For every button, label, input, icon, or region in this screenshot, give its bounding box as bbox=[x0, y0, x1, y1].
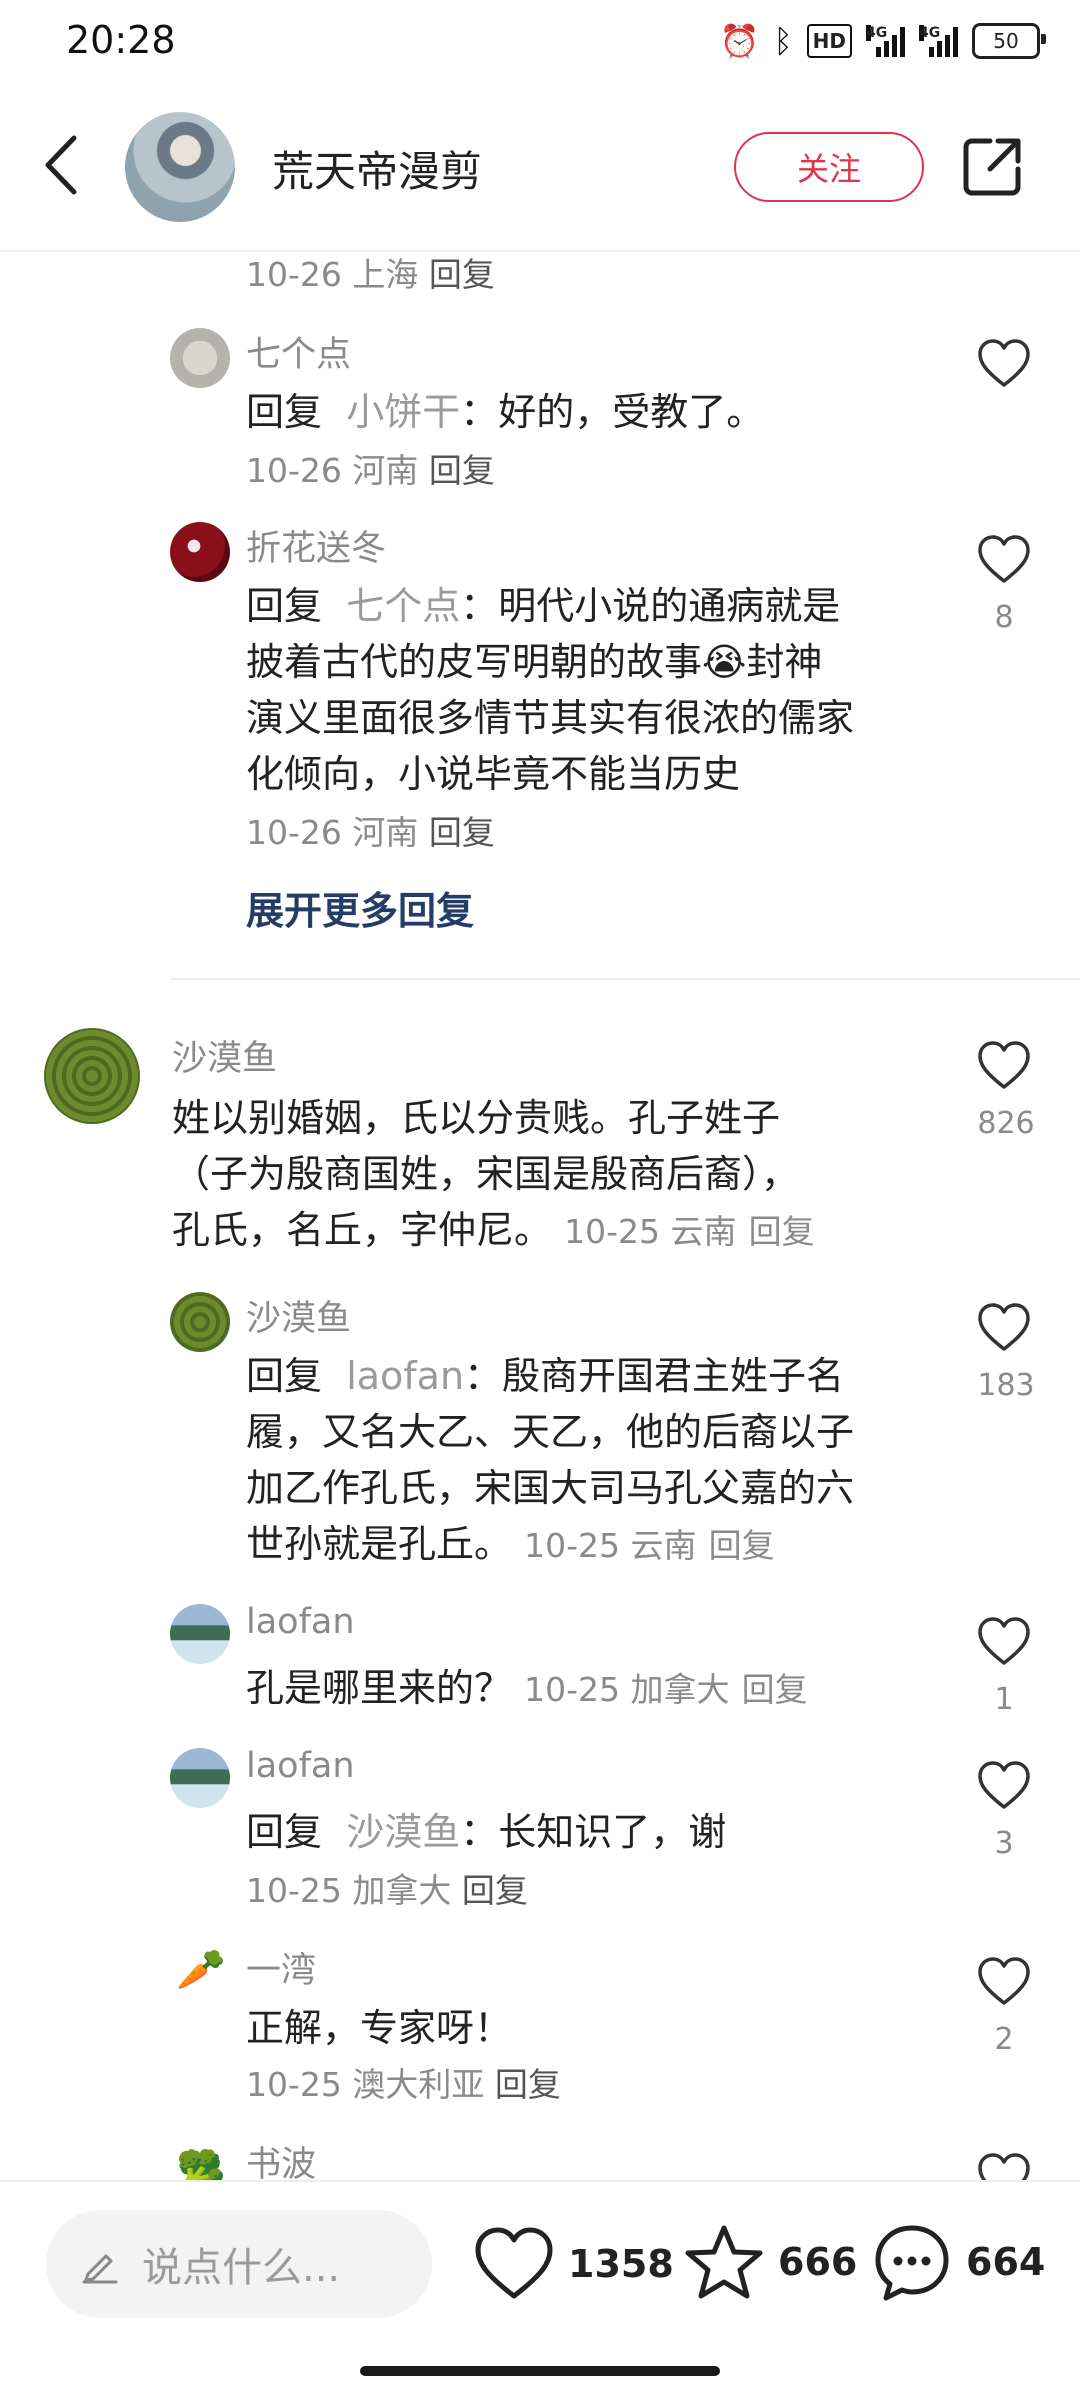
status-time: 20:28 bbox=[66, 18, 176, 62]
comment-meta: 10-26 河南 回复 bbox=[246, 813, 495, 852]
comment-username[interactable]: laofan bbox=[246, 1602, 355, 1642]
reply-link[interactable]: 回复 bbox=[429, 255, 495, 294]
comment-partial: 🥦 书波 bbox=[0, 2100, 1080, 2180]
comment-meta: 10-25 加拿大 回复 bbox=[246, 1871, 528, 1910]
comment-meta: 10-26 上海 回复 bbox=[246, 255, 495, 294]
reply-target[interactable]: 七个点 bbox=[346, 584, 460, 628]
author-avatar[interactable] bbox=[125, 112, 235, 222]
home-indicator[interactable] bbox=[360, 2366, 720, 2376]
comment-meta: 10-25 澳大利亚 回复 bbox=[246, 2065, 561, 2104]
like-count: 826 bbox=[977, 1106, 1035, 1141]
comment-username[interactable]: 沙漠鱼 bbox=[246, 1290, 351, 1341]
bottom-divider bbox=[0, 2180, 1080, 2182]
comment-input[interactable]: 说点什么... bbox=[46, 2210, 432, 2318]
heart-icon[interactable] bbox=[976, 1300, 1032, 1356]
comment-text: 姓以别婚姻，氏以分贵贱。孔子姓子 （子为殷商国姓，宋国是殷商后裔）， 孔氏，名丘… bbox=[172, 1096, 815, 1252]
reply-link[interactable]: 回复 bbox=[429, 813, 495, 852]
battery-icon: 50 bbox=[972, 23, 1046, 59]
comment-divider bbox=[170, 978, 1080, 980]
hd-voice-icon: HD bbox=[806, 24, 852, 58]
heart-icon[interactable] bbox=[976, 1954, 1032, 2010]
star-icon bbox=[685, 2225, 763, 2299]
status-icons: ⏰ ᛒ HD 4G 4G 50 bbox=[719, 22, 1046, 60]
comment-username[interactable]: 沙漠鱼 bbox=[172, 1030, 277, 1081]
comment-text: 正解，专家呀！ bbox=[246, 2006, 513, 2050]
reply-link[interactable]: 回复 bbox=[462, 1871, 528, 1910]
avatar[interactable] bbox=[170, 1292, 230, 1352]
like-count: 2 bbox=[994, 2022, 1014, 2057]
comment-text: 回复 laofan：殷商开国君主姓子名 履，又名大乙、天乙，他的后裔以子 加乙作… bbox=[246, 1354, 855, 1566]
avatar[interactable]: 🥕 bbox=[176, 1946, 226, 1993]
comment-input-placeholder: 说点什么... bbox=[142, 2245, 341, 2291]
like-button[interactable]: 1358 bbox=[474, 2226, 674, 2302]
signal-icon-2: 4G bbox=[919, 25, 958, 57]
comment-text: 回复 小饼干：好的，受教了。 bbox=[246, 390, 765, 434]
comment-username[interactable]: 书波 bbox=[246, 2136, 316, 2180]
comment-bubble-icon bbox=[875, 2225, 949, 2301]
comment-username[interactable]: 一湾 bbox=[246, 1942, 316, 1993]
comment-username[interactable]: 折花送冬 bbox=[246, 520, 386, 571]
avatar[interactable] bbox=[170, 1604, 230, 1664]
share-icon[interactable] bbox=[962, 135, 1024, 197]
heart-icon bbox=[475, 2227, 553, 2299]
header-divider bbox=[0, 250, 1080, 252]
heart-icon[interactable] bbox=[976, 2150, 1032, 2180]
comment-text: 孔是哪里来的？ 10-25 加拿大 回复 bbox=[246, 1666, 808, 1710]
heart-icon[interactable] bbox=[976, 1614, 1032, 1670]
total-favorites: 666 bbox=[778, 2240, 858, 2284]
avatar[interactable] bbox=[170, 328, 230, 388]
heart-icon[interactable] bbox=[976, 532, 1032, 588]
like-count: 3 bbox=[994, 1826, 1014, 1861]
comment-meta: 10-26 河南 回复 bbox=[246, 451, 495, 490]
pencil-icon bbox=[82, 2254, 118, 2284]
author-name[interactable]: 荒天帝漫剪 bbox=[272, 138, 482, 199]
comment-text: 回复 沙漠鱼：长知识了，谢 bbox=[246, 1810, 727, 1854]
heart-icon[interactable] bbox=[976, 1038, 1032, 1094]
reply-link[interactable]: 回复 bbox=[709, 1526, 775, 1565]
reply-target[interactable]: laofan bbox=[346, 1354, 464, 1398]
comments-button[interactable]: 664 bbox=[872, 2222, 1045, 2302]
reply-link[interactable]: 回复 bbox=[749, 1212, 815, 1251]
avatar[interactable]: 🥦 bbox=[176, 2148, 226, 2180]
follow-button[interactable]: 关注 bbox=[734, 132, 924, 202]
avatar[interactable] bbox=[44, 1028, 140, 1124]
reply-target[interactable]: 沙漠鱼 bbox=[346, 1810, 460, 1854]
like-count: 183 bbox=[977, 1368, 1035, 1403]
heart-icon[interactable] bbox=[976, 336, 1032, 392]
expand-more-replies-button[interactable]: 展开更多回复 bbox=[246, 880, 474, 935]
reply-link[interactable]: 回复 bbox=[495, 2065, 561, 2104]
total-comments: 664 bbox=[966, 2240, 1046, 2284]
like-count: 8 bbox=[994, 600, 1014, 635]
avatar[interactable] bbox=[170, 522, 230, 582]
heart-icon[interactable] bbox=[976, 1758, 1032, 1814]
signal-icon-1: 4G bbox=[866, 25, 905, 57]
reply-target[interactable]: 小饼干 bbox=[346, 390, 460, 434]
total-likes: 1358 bbox=[568, 2242, 674, 2286]
comment-text: 回复 七个点：明代小说的通病就是 披着古代的皮写明朝的故事😭封神 演义里面很多情… bbox=[246, 584, 855, 796]
bluetooth-icon: ᛒ bbox=[773, 22, 793, 60]
comment-username[interactable]: 七个点 bbox=[246, 326, 351, 377]
comment-username[interactable]: laofan bbox=[246, 1746, 355, 1786]
reply-link[interactable]: 回复 bbox=[429, 451, 495, 490]
back-arrow-icon[interactable] bbox=[38, 130, 88, 200]
reply-link[interactable]: 回复 bbox=[742, 1670, 808, 1709]
like-count: 1 bbox=[994, 1682, 1014, 1717]
alarm-icon: ⏰ bbox=[719, 22, 760, 60]
favorite-button[interactable]: 666 bbox=[684, 2222, 857, 2302]
avatar[interactable] bbox=[170, 1748, 230, 1808]
